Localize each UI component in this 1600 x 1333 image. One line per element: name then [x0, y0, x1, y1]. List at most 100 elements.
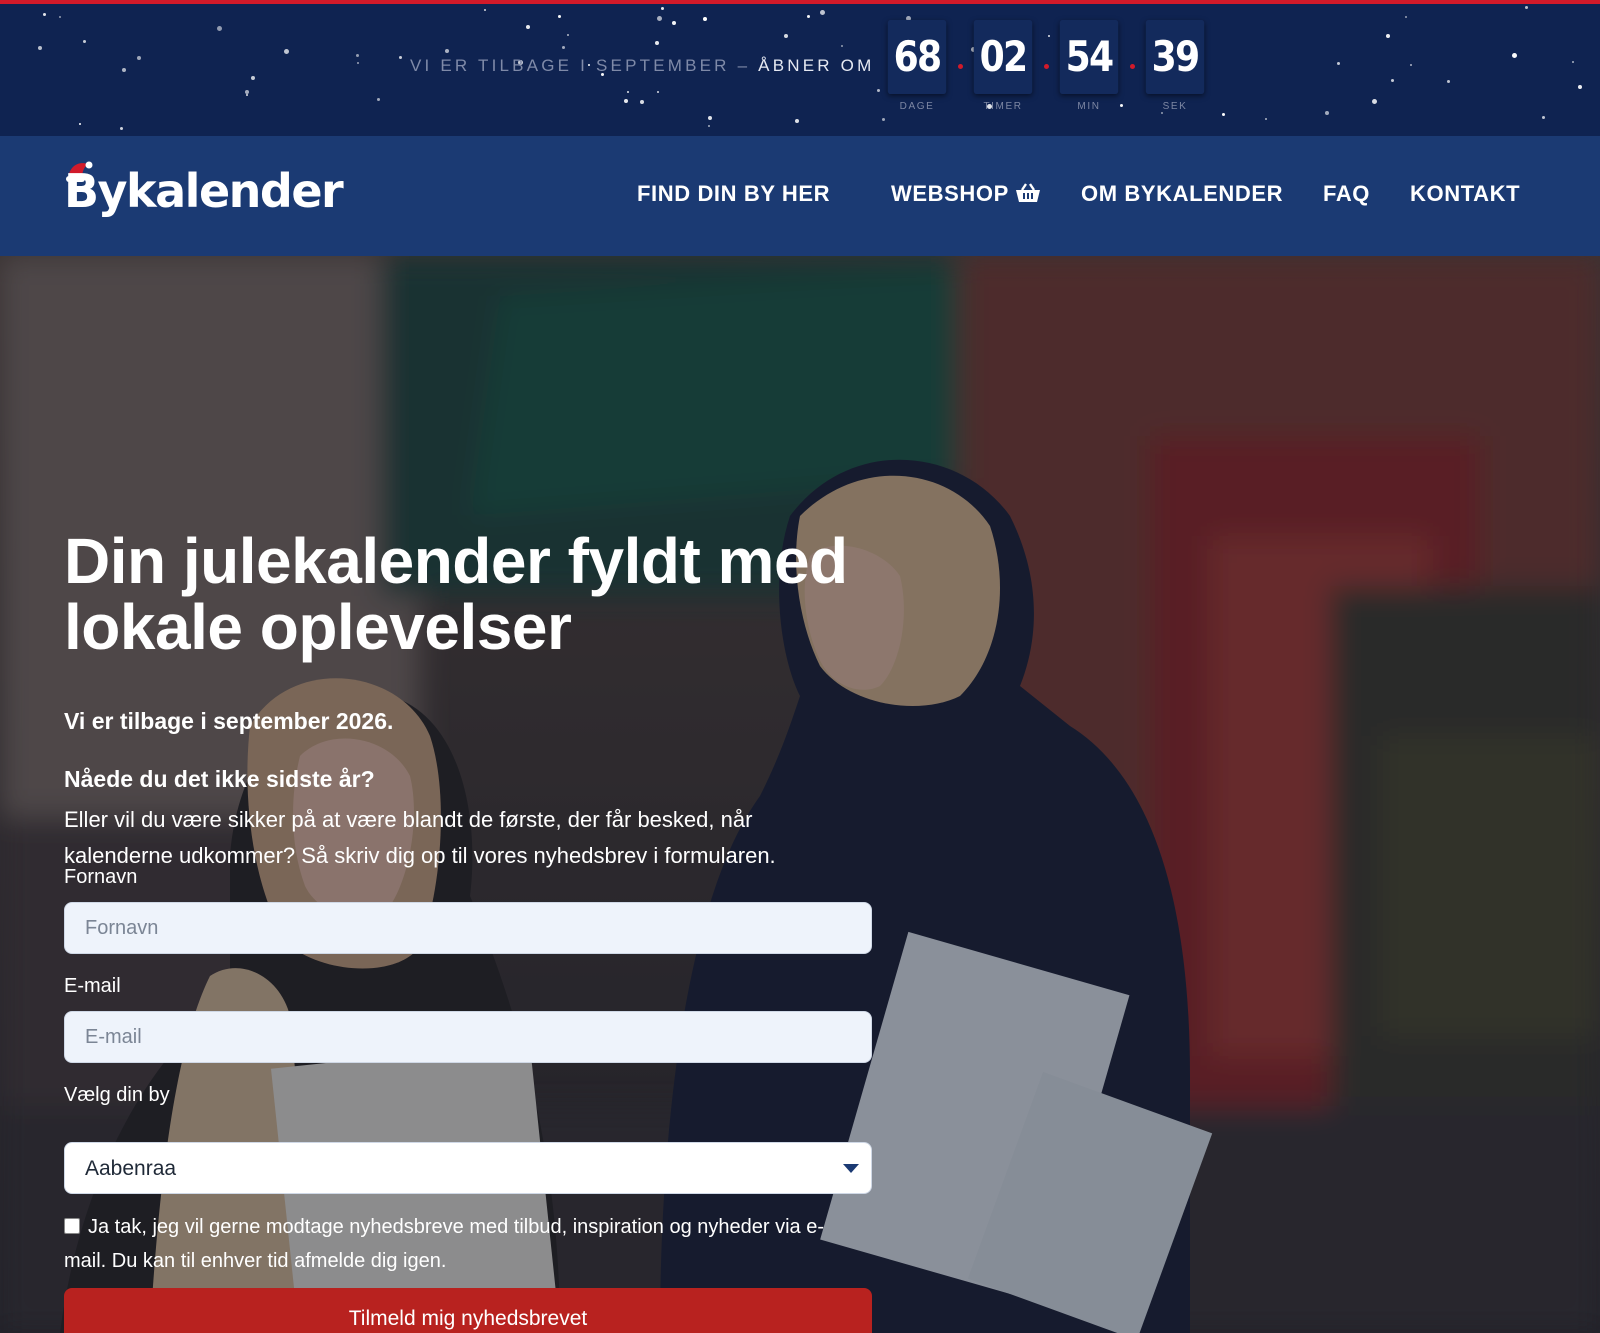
snowflake — [640, 100, 644, 104]
snowflake — [708, 125, 710, 127]
subscribe-button-label: Tilmeld mig nyhedsbrevet — [348, 1307, 588, 1330]
snowflake — [246, 94, 248, 96]
snowflake — [122, 68, 126, 72]
snowflake — [356, 54, 359, 57]
countdown-separator — [1044, 64, 1049, 69]
countdown-bar: VI ER TILBAGE I SEPTEMBER – ÅBNER OM 68 … — [0, 0, 1600, 136]
nav-find-din-by-label: FIND DIN BY HER — [637, 181, 831, 206]
snowflake — [1325, 111, 1329, 115]
snowflake — [120, 127, 123, 130]
city-label: Vælg din by — [64, 1084, 170, 1106]
hero-description: Eller vil du være sikker på at være blan… — [64, 807, 776, 868]
snowflake — [841, 45, 843, 47]
snowflake — [445, 49, 449, 53]
snowflake — [1048, 35, 1050, 37]
snowflake — [657, 91, 659, 93]
snowflake — [562, 46, 565, 49]
snowflake — [217, 26, 222, 31]
city-select-value: Aabenraa — [85, 1157, 177, 1180]
snowflake — [251, 76, 255, 80]
consent-text: Ja tak, jeg vil gerne modtage nyhedsbrev… — [64, 1216, 824, 1272]
snowflake — [672, 21, 676, 25]
hero-intro: Vi er tilbage i september 2026. — [64, 708, 394, 734]
snowflake — [284, 49, 289, 54]
snowflake — [877, 89, 880, 92]
snowflake — [795, 119, 799, 123]
snowflake — [377, 98, 380, 101]
nav-webshop[interactable]: WEBSHOP — [891, 181, 1041, 207]
snowflake — [1391, 79, 1394, 82]
chevron-down-icon — [843, 1164, 859, 1173]
hero-section: Din julekalender fyldt med lokale opleve… — [0, 256, 1600, 1333]
countdown-seconds-label: SEK — [1162, 101, 1188, 112]
email-label: E-mail — [64, 975, 121, 997]
snowflake — [820, 10, 825, 15]
countdown-minutes-value: 54 — [1059, 20, 1119, 94]
snowflake — [1512, 53, 1517, 58]
site-logo[interactable]: Bykalender — [64, 160, 344, 234]
snowflake — [79, 123, 81, 125]
snowflake — [661, 7, 664, 10]
snowflake — [703, 17, 707, 21]
nav-kontakt[interactable]: KONTAKT — [1410, 181, 1520, 207]
countdown-days-label: DAGE — [899, 101, 935, 112]
hero-question: Nåede du det ikke sidste år? — [64, 766, 375, 792]
nav-faq-label: FAQ — [1323, 181, 1371, 206]
snowflake — [627, 91, 629, 93]
snowflake — [624, 99, 628, 103]
countdown-text-main: VI ER TILBAGE I SEPTEMBER – — [410, 56, 751, 75]
nav-kontakt-label: KONTAKT — [1410, 181, 1521, 206]
snowflake — [1572, 61, 1574, 63]
subscribe-button[interactable]: Tilmeld mig nyhedsbrevet — [64, 1288, 872, 1333]
email-input[interactable] — [64, 1011, 872, 1063]
snowflake — [784, 34, 788, 38]
consent-checkbox[interactable] — [64, 1218, 80, 1234]
snowflake — [882, 118, 885, 121]
city-select[interactable]: Aabenraa — [64, 1142, 872, 1194]
nav-om-bykalender[interactable]: OM BYKALENDER — [1081, 181, 1283, 207]
snowflake — [1337, 62, 1340, 65]
nav-find-din-by[interactable]: FIND DIN BY HER — [637, 181, 830, 207]
snowflake — [83, 40, 86, 43]
snowflake — [657, 16, 662, 21]
countdown-hours-value: 02 — [973, 20, 1033, 94]
snowflake — [1265, 118, 1267, 120]
countdown-separator — [1130, 64, 1135, 69]
snowflake — [245, 90, 249, 94]
hero-title: Din julekalender fyldt med lokale opleve… — [64, 525, 848, 663]
top-accent-line — [0, 0, 1600, 4]
snowflake — [38, 46, 42, 50]
snowflake — [567, 34, 569, 36]
snowflake — [1525, 6, 1528, 9]
countdown-text: VI ER TILBAGE I SEPTEMBER – ÅBNER OM — [410, 56, 874, 76]
nav-webshop-label: WEBSHOP — [891, 181, 1009, 206]
snowflake — [807, 15, 810, 18]
countdown-hours-label: TIMER — [983, 101, 1023, 112]
snowflake — [59, 16, 61, 18]
countdown-text-accent: ÅBNER OM — [758, 56, 875, 75]
nav-om-bykalender-label: OM BYKALENDER — [1081, 181, 1284, 206]
snowflake — [1578, 85, 1582, 89]
snowflake — [1372, 99, 1377, 104]
logo-wordmark: Bykalender — [64, 164, 344, 218]
snowflake — [1405, 16, 1407, 18]
snowflake — [484, 9, 486, 11]
snowflake — [655, 41, 659, 45]
snowflake — [357, 62, 359, 64]
snowflake — [1447, 80, 1450, 83]
snowflake — [137, 56, 141, 60]
countdown-minutes-label: MIN — [1077, 101, 1101, 112]
countdown-days-value: 68 — [887, 20, 947, 94]
snowflake — [1222, 113, 1225, 116]
firstname-label: Fornavn — [64, 866, 138, 888]
nav-faq[interactable]: FAQ — [1323, 181, 1370, 207]
firstname-input[interactable] — [64, 902, 872, 954]
snowflake — [526, 25, 530, 29]
snowflake — [399, 56, 402, 59]
consent-row: Ja tak, jeg vil gerne modtage nyhedsbrev… — [64, 1210, 854, 1278]
snowflake — [558, 15, 561, 18]
snowflake — [1386, 34, 1390, 38]
snowflake — [708, 116, 712, 120]
countdown-separator — [958, 64, 963, 69]
snowflake — [1542, 116, 1545, 119]
